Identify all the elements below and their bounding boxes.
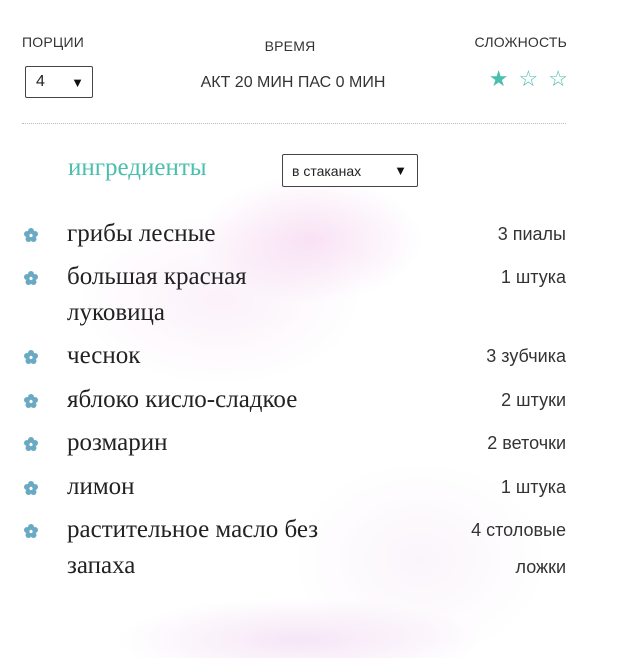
ingredient-quantity: 4 столовые ложки [471,520,566,577]
flower-icon [23,393,39,409]
ingredient-quantity: 3 пиалы [497,224,566,244]
ingredient-name: лимон [67,473,135,500]
ingredient-name: большая красная луковица [67,263,247,326]
ingredient-name: розмарин [67,429,168,456]
difficulty-stars: ★ ☆ ☆ [489,68,568,90]
difficulty-label: СЛОЖНОСТЬ [474,34,567,50]
star-outline-icon: ☆ [548,66,568,91]
unit-select[interactable]: в стаканах ▼ [282,154,418,187]
ingredient-name: яблоко кисло-сладкое [67,386,298,413]
ingredient-quantity: 2 штуки [501,390,566,410]
flower-icon [23,349,39,365]
star-outline-icon: ☆ [518,66,539,91]
ingredient-name: грибы лесные [67,220,216,247]
caret-down-icon: ▼ [394,163,407,178]
ingredient-quantity: 3 зубчика [486,346,566,366]
divider [22,123,566,124]
unit-select-value: в стаканах [292,162,362,179]
flower-icon [23,523,39,539]
star-filled-icon: ★ [488,66,509,91]
ingredient-quantity: 1 штука [500,267,566,287]
flower-icon [23,270,39,286]
ingredient-quantity: 1 штука [500,477,566,497]
ingredients-title: ингредиенты [68,154,207,181]
flower-icon [23,480,39,496]
ingredient-name: растительное масло без запаха [67,516,319,579]
ingredient-name: чеснок [67,342,141,369]
flower-icon [23,436,39,452]
flower-icon [23,227,39,243]
ingredient-quantity: 2 веточки [487,433,566,453]
